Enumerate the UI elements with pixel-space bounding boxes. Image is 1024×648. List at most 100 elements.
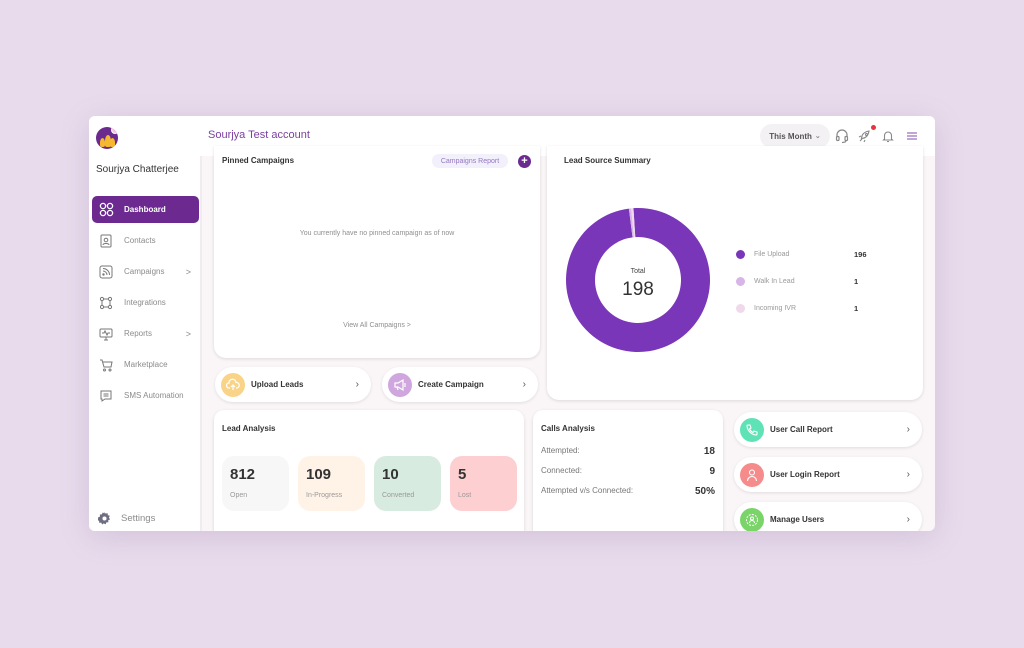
cloud-upload-icon bbox=[221, 372, 245, 397]
campaigns-report-button[interactable]: Campaigns Report bbox=[432, 154, 508, 168]
sidebar-item-sms-automation[interactable]: SMS Automation bbox=[92, 382, 199, 409]
user-login-report-button[interactable]: User Login Report › bbox=[734, 457, 922, 492]
sidebar-item-label: Reports bbox=[124, 329, 153, 338]
calls-key: Connected: bbox=[541, 466, 582, 475]
logo[interactable] bbox=[96, 127, 118, 149]
user-call-report-label: User Call Report bbox=[770, 425, 833, 434]
chevron-right-icon: > bbox=[185, 266, 191, 277]
chevron-right-icon: › bbox=[522, 379, 526, 390]
add-campaign-button[interactable]: + bbox=[518, 155, 531, 168]
sidebar-item-marketplace[interactable]: Marketplace bbox=[92, 351, 199, 378]
sidebar-item-integrations[interactable]: Integrations bbox=[92, 289, 199, 316]
stat-label: Open bbox=[230, 492, 248, 499]
pinned-campaigns-card: Pinned Campaigns Campaigns Report + You … bbox=[214, 146, 540, 358]
donut-total-label: Total bbox=[631, 268, 646, 275]
period-selector[interactable]: This Month ⌄ bbox=[760, 124, 830, 148]
upload-leads-button[interactable]: Upload Leads › bbox=[215, 367, 371, 402]
lead-source-donut-chart: Total 198 bbox=[566, 208, 710, 352]
user-login-report-label: User Login Report bbox=[770, 470, 840, 479]
menu-icon[interactable] bbox=[904, 128, 920, 144]
view-all-campaigns-link[interactable]: View All Campaigns > bbox=[214, 322, 540, 329]
settings-label: Settings bbox=[121, 513, 156, 524]
legend-item-incoming-ivr[interactable]: Incoming IVR 1 bbox=[736, 304, 858, 313]
calls-key: Attempted v/s Connected: bbox=[541, 486, 634, 495]
user-call-report-button[interactable]: User Call Report › bbox=[734, 412, 922, 447]
stat-in-progress[interactable]: 109 In-Progress bbox=[298, 456, 365, 511]
lead-source-summary-card: Lead Source Summary Total 198 File Uploa… bbox=[547, 146, 923, 400]
stat-label: In-Progress bbox=[306, 492, 343, 499]
upload-leads-label: Upload Leads bbox=[251, 380, 304, 389]
lead-analysis-title: Lead Analysis bbox=[222, 424, 276, 433]
user-icon bbox=[740, 462, 764, 487]
chevron-right-icon: › bbox=[906, 424, 910, 435]
sidebar-item-label: Dashboard bbox=[124, 205, 166, 214]
calls-value: 50% bbox=[694, 486, 715, 497]
account-title: Sourjya Test account bbox=[208, 129, 310, 141]
contact-card-icon bbox=[98, 233, 114, 249]
legend-label: Walk In Lead bbox=[754, 278, 795, 285]
stat-open[interactable]: 812 Open bbox=[222, 456, 289, 511]
logo-badge bbox=[111, 127, 118, 134]
phone-icon bbox=[740, 417, 764, 442]
rss-icon bbox=[98, 264, 114, 280]
stat-lost[interactable]: 5 Lost bbox=[450, 456, 517, 511]
empty-state-message: You currently have no pinned campaign as… bbox=[299, 230, 455, 237]
calls-analysis-title: Calls Analysis bbox=[541, 424, 595, 433]
legend-label: File Upload bbox=[754, 251, 790, 258]
lead-source-title: Lead Source Summary bbox=[564, 156, 651, 165]
chevron-right-icon: › bbox=[906, 469, 910, 480]
sidebar-item-label: Marketplace bbox=[124, 360, 168, 369]
cart-icon bbox=[98, 357, 114, 373]
headset-icon[interactable] bbox=[834, 128, 850, 144]
integrations-icon bbox=[98, 295, 114, 311]
legend-item-file-upload[interactable]: File Upload 196 bbox=[736, 250, 867, 259]
bell-icon[interactable] bbox=[880, 128, 896, 144]
stat-value: 812 bbox=[230, 466, 256, 483]
sidebar-item-contacts[interactable]: Contacts bbox=[92, 227, 199, 254]
pinned-campaigns-title: Pinned Campaigns bbox=[222, 156, 295, 165]
sidebar-item-label: Contacts bbox=[124, 236, 156, 245]
user-name: Sourjya Chatterjee bbox=[96, 164, 179, 175]
legend-item-walk-in-lead[interactable]: Walk In Lead 1 bbox=[736, 277, 858, 286]
sidebar-item-dashboard[interactable]: Dashboard bbox=[92, 196, 199, 223]
legend-swatch bbox=[736, 250, 745, 259]
gear-icon bbox=[98, 512, 111, 525]
calls-row-ratio: Attempted v/s Connected: 50% bbox=[541, 486, 715, 497]
create-campaign-button[interactable]: Create Campaign › bbox=[382, 367, 538, 402]
stat-label: Lost bbox=[458, 492, 472, 499]
sidebar-item-campaigns[interactable]: Campaigns > bbox=[92, 258, 199, 285]
period-label: This Month bbox=[769, 131, 812, 141]
chevron-right-icon: › bbox=[906, 514, 910, 525]
sidebar-item-label: SMS Automation bbox=[124, 391, 184, 400]
stat-label: Converted bbox=[382, 492, 415, 499]
chevron-right-icon: > bbox=[185, 328, 191, 339]
calls-analysis-card: Calls Analysis Attempted: 18 Connected: … bbox=[533, 410, 723, 531]
legend-label: Incoming IVR bbox=[754, 305, 797, 312]
legend-value: 196 bbox=[854, 250, 867, 259]
stat-value: 109 bbox=[306, 466, 332, 483]
sidebar-item-label: Integrations bbox=[124, 298, 166, 307]
users-gear-icon bbox=[740, 507, 764, 531]
monitor-icon bbox=[98, 326, 114, 342]
app-window: Sourjya Test account This Month ⌄ Sourjy… bbox=[89, 116, 935, 531]
create-campaign-label: Create Campaign bbox=[418, 380, 484, 389]
sidebar-item-settings[interactable]: Settings bbox=[98, 512, 155, 525]
stat-converted[interactable]: 10 Converted bbox=[374, 456, 441, 511]
sidebar-item-reports[interactable]: Reports > bbox=[92, 320, 199, 347]
sidebar: Sourjya Chatterjee Dashboard Contacts Ca… bbox=[89, 156, 202, 531]
notification-dot bbox=[871, 125, 876, 130]
manage-users-label: Manage Users bbox=[770, 515, 825, 524]
sidebar-item-label: Campaigns bbox=[124, 267, 165, 276]
rocket-icon[interactable] bbox=[857, 128, 873, 144]
calls-value: 18 bbox=[703, 446, 715, 457]
calls-row-attempted: Attempted: 18 bbox=[541, 446, 715, 457]
grid-icon bbox=[98, 202, 114, 218]
manage-users-button[interactable]: Manage Users › bbox=[734, 502, 922, 531]
stat-value: 5 bbox=[458, 466, 467, 483]
chevron-right-icon: › bbox=[355, 379, 359, 390]
calls-value: 9 bbox=[709, 466, 715, 477]
legend-swatch bbox=[736, 304, 745, 313]
calls-key: Attempted: bbox=[541, 446, 580, 455]
legend-value: 1 bbox=[854, 304, 859, 313]
plus-icon: + bbox=[521, 155, 528, 167]
